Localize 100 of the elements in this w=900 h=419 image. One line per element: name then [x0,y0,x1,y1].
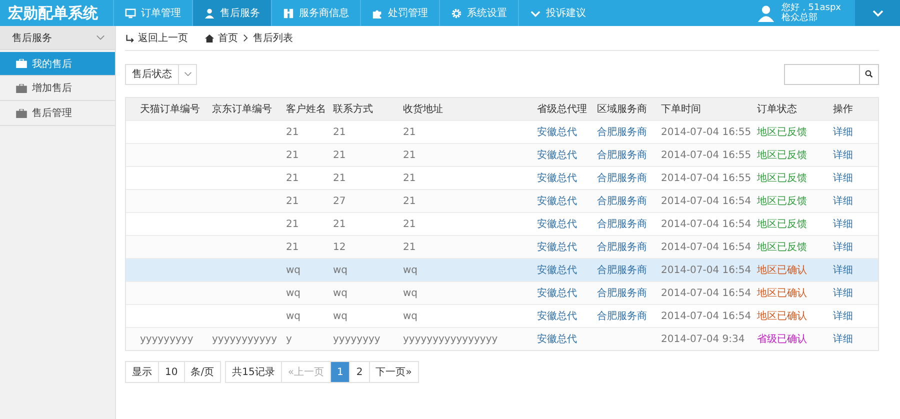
table-link[interactable]: 安徽总代 [537,242,577,253]
table-link[interactable]: 合肥服务商 [597,311,647,322]
page-size-label: 显示 [131,366,153,380]
page-size-unit: 条/页 [184,362,220,382]
chevron-down-icon [184,70,192,78]
total-records: 共15记录 [231,366,276,380]
next-page-button[interactable]: 下一页» [368,362,418,382]
page-button[interactable]: 2 [349,362,369,382]
table-link[interactable]: 合肥服务商 [597,150,647,161]
table-link[interactable]: 安徽总代 [537,288,577,299]
sidebar-section-header[interactable]: 售后服务 [0,26,115,50]
table-cell-text: 21 [286,126,300,138]
table-cell-text: 2014-07-04 16:54 [661,264,752,276]
table-cell-text: wq [403,264,419,276]
column-header: 区域服务商 [597,102,648,116]
table-cell-text: wq [333,288,349,298]
status-text: 地区已反馈 [757,218,808,231]
table-link[interactable]: 合肥服务商 [597,196,647,207]
table-link[interactable]: 安徽总代 [537,311,577,322]
nav-tab[interactable]: 服务商信息 [271,0,360,26]
detail-link[interactable]: 详细 [833,288,853,299]
table-row[interactable]: 21 27 21 安徽总代 合肥服务商 2014-07-04 16:54 地区已反馈 详细 [126,189,878,212]
breadcrumb-current: 售后列表 [253,32,293,45]
table-row[interactable]: 21 12 21 安徽总代 合肥服务商 2014-07-04 16:54 地区已反馈 详细 [126,235,878,258]
detail-link[interactable]: 详细 [833,127,853,138]
status-text: 省级已确认 [757,332,808,346]
table-cell-text: yyyyyyyy [333,334,382,344]
table-cell-text: 27 [333,196,347,206]
table-row[interactable]: wq wq wq 安徽总代 合肥服务商 2014-07-04 16:54 地区已确认 详细 [126,258,878,281]
table-link[interactable]: 合肥服务商 [597,288,647,299]
table-cell-text: 21 [286,218,300,230]
status-text: 地区已反馈 [757,126,808,139]
detail-link[interactable]: 详细 [833,311,853,322]
column-header: 京东订单编号 [212,102,273,116]
status-text: 地区已反馈 [757,240,808,254]
back-link[interactable]: 返回上一页 [125,31,188,45]
sidebar-item[interactable]: 售后管理 [0,101,115,126]
table-link[interactable]: 安徽总代 [537,219,577,230]
column-header: 收货地址 [403,102,444,116]
table-link[interactable]: 安徽总代 [537,334,577,345]
table-cell-text: 21 [403,172,417,184]
column-header: 天猫订单编号 [139,102,201,116]
detail-link[interactable]: 详细 [833,150,853,161]
table-cell-text: wq [333,310,349,322]
table-link[interactable]: 安徽总代 [537,196,577,207]
table-cell-text: 21 [286,242,300,252]
search-button[interactable] [860,64,879,84]
detail-link[interactable]: 详细 [833,265,853,276]
sidebar-item[interactable]: 我的售后 [0,52,115,76]
table-link[interactable]: 合肥服务商 [597,265,647,276]
user-greeting: 您好，51aspx [781,3,841,13]
nav-tab[interactable]: 投诉建议 [518,0,597,26]
detail-link[interactable]: 详细 [833,196,853,207]
page-button[interactable]: 1 [330,362,350,382]
table-cell-text: yyyyyyyyyyyyyyyy [403,334,499,344]
table-link[interactable]: 合肥服务商 [597,173,647,184]
table-row[interactable]: 21 21 21 安徽总代 合肥服务商 2014-07-04 16:55 地区已反馈 详细 [126,143,878,166]
search-icon [865,70,873,78]
table-cell-text: 21 [333,172,347,184]
briefcase-icon [16,108,27,118]
detail-link[interactable]: 详细 [833,173,853,184]
nav-tab[interactable]: 处罚管理 [360,0,439,26]
table-row[interactable]: yyyyyyyyy yyyyyyyyyyy y yyyyyyyy yyyyyyyyyyyyyyyy 安徽总代 2014-07-04 9:34 省级已确认 详细 [126,327,878,350]
table-cell-text: 2014-07-04 16:54 [661,218,752,230]
table-cell-text: 2014-07-04 16:54 [661,196,752,206]
nav-tab[interactable]: 售后服务 [192,0,271,26]
table-cell-text: 2014-07-04 16:55 [661,172,752,184]
detail-link[interactable]: 详细 [833,219,853,230]
detail-link[interactable]: 详细 [833,334,853,345]
table-row[interactable]: wq wq wq 安徽总代 合肥服务商 2014-07-04 16:54 地区已确认 详细 [126,281,878,304]
home-link[interactable]: 首页 [205,31,238,45]
table-cell-text: wq [333,264,349,276]
table-cell-text: wq [403,288,419,298]
detail-link[interactable]: 详细 [833,242,853,253]
table-cell-text: 21 [333,126,347,138]
table-link[interactable]: 合肥服务商 [597,219,647,230]
table-link[interactable]: 安徽总代 [537,127,577,138]
page-size-field[interactable]: 10 [158,362,184,382]
table-cell-text: 2014-07-04 16:55 [661,150,752,160]
nav-tab[interactable]: 系统设置 [439,0,518,26]
search-field[interactable] [784,64,860,84]
table-cell-text: wq [286,264,302,276]
column-header: 省级总代理 [537,102,588,116]
sidebar-item[interactable]: 增加售后 [0,76,115,101]
table-link[interactable]: 安徽总代 [537,265,577,276]
table-cell-text: 21 [403,150,417,160]
table-link[interactable]: 合肥服务商 [597,242,647,253]
status-text: 地区已反馈 [757,172,808,185]
monitor-icon [125,8,136,18]
user-icon [204,8,215,18]
home-icon [205,34,214,42]
table-cell-text: 21 [286,150,300,160]
status-text: 地区已确认 [757,310,808,323]
table-link[interactable]: 安徽总代 [537,173,577,184]
table-cell-text: y [286,334,293,344]
table-link[interactable]: 合肥服务商 [597,127,647,138]
user-menu-button[interactable] [855,0,900,26]
status-text: 地区已确认 [757,264,808,277]
table-link[interactable]: 安徽总代 [537,150,577,161]
status-filter-dropdown[interactable]: 售后状态 [125,64,197,84]
